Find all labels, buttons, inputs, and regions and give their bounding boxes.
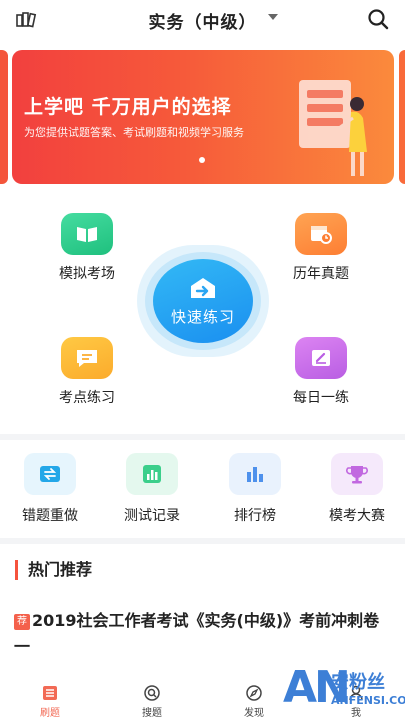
bar-chart-icon (229, 453, 281, 495)
ranking-label: 排行榜 (234, 508, 276, 524)
section-divider (0, 434, 405, 440)
quick-practice-ring: 快速练习 (145, 252, 261, 350)
point-practice-label: 考点练习 (59, 390, 115, 406)
past-papers-label: 历年真题 (293, 266, 349, 282)
mock-contest-button[interactable]: 模考大赛 (315, 453, 399, 525)
swap-icon (24, 453, 76, 495)
point-practice-button[interactable]: 考点练习 (32, 337, 142, 407)
daily-practice-button[interactable]: 每日一练 (266, 337, 376, 407)
nav-item-search[interactable]: 搜题 (122, 684, 182, 719)
mock-exam-button[interactable]: 模拟考场 (32, 213, 142, 283)
quick-practice-core: 快速练习 (153, 259, 253, 343)
article-title: 2019社会工作者考试《实务(中级)》考前冲刺卷一 (14, 611, 380, 656)
banner-prev-peek[interactable] (0, 50, 8, 184)
quick-practice-label: 快速练习 (170, 307, 235, 326)
site-watermark: AN 安粉丝 ANFENSI.COM (283, 664, 405, 716)
ranking-button[interactable]: 排行榜 (213, 453, 297, 525)
mock-contest-label: 模考大赛 (329, 508, 385, 524)
banner-next-peek[interactable] (399, 50, 405, 184)
woman-board-illustration (299, 80, 367, 176)
carousel-indicator (199, 157, 205, 163)
open-book-icon (61, 213, 113, 255)
bar-report-icon (126, 453, 178, 495)
search-circle-icon (144, 685, 160, 701)
wrong-redo-label: 错题重做 (22, 508, 78, 524)
watermark-en: ANFENSI.COM (331, 694, 405, 707)
past-papers-button[interactable]: 历年真题 (266, 213, 376, 283)
quick-practice-button[interactable]: 快速练习 (137, 245, 269, 357)
nav-label: 刷题 (40, 708, 60, 719)
daily-practice-label: 每日一练 (293, 390, 349, 406)
edit-pen-icon (295, 337, 347, 379)
app-header: 实务（中级） (0, 0, 405, 40)
mock-exam-label: 模拟考场 (59, 266, 115, 282)
recommend-badge: 荐 (14, 614, 30, 630)
test-records-button[interactable]: 测试记录 (110, 453, 194, 525)
watermark-cn: 安粉丝 (331, 672, 385, 693)
calendar-clock-icon (295, 213, 347, 255)
compass-icon (246, 685, 262, 701)
nav-label: 发现 (244, 708, 264, 719)
list-icon (43, 686, 57, 700)
trophy-icon (331, 453, 383, 495)
banner-subline: 为您提供试题答案、考试刷题和视频学习服务 (24, 126, 244, 139)
article-item[interactable]: 荐 2019社会工作者考试《实务(中级)》考前冲刺卷一 (14, 608, 394, 660)
test-records-label: 测试记录 (124, 508, 180, 524)
nav-item-discover[interactable]: 发现 (224, 684, 284, 719)
section-divider (0, 538, 405, 544)
nav-label: 搜题 (142, 708, 162, 719)
chat-bubble-icon (61, 337, 113, 379)
promo-banner[interactable]: 上学吧 千万用户的选择 为您提供试题答案、考试刷题和视频学习服务 (12, 50, 394, 184)
chevron-down-icon[interactable] (268, 14, 278, 20)
nav-item-practice[interactable]: 刷题 (20, 684, 80, 719)
wrong-redo-button[interactable]: 错题重做 (8, 453, 92, 525)
arrow-box-icon (191, 277, 215, 298)
search-icon[interactable] (367, 8, 389, 30)
hot-section-title: 热门推荐 (15, 560, 92, 580)
page-title[interactable]: 实务（中级） (0, 8, 405, 33)
banner-headline: 上学吧 千万用户的选择 (24, 96, 232, 118)
